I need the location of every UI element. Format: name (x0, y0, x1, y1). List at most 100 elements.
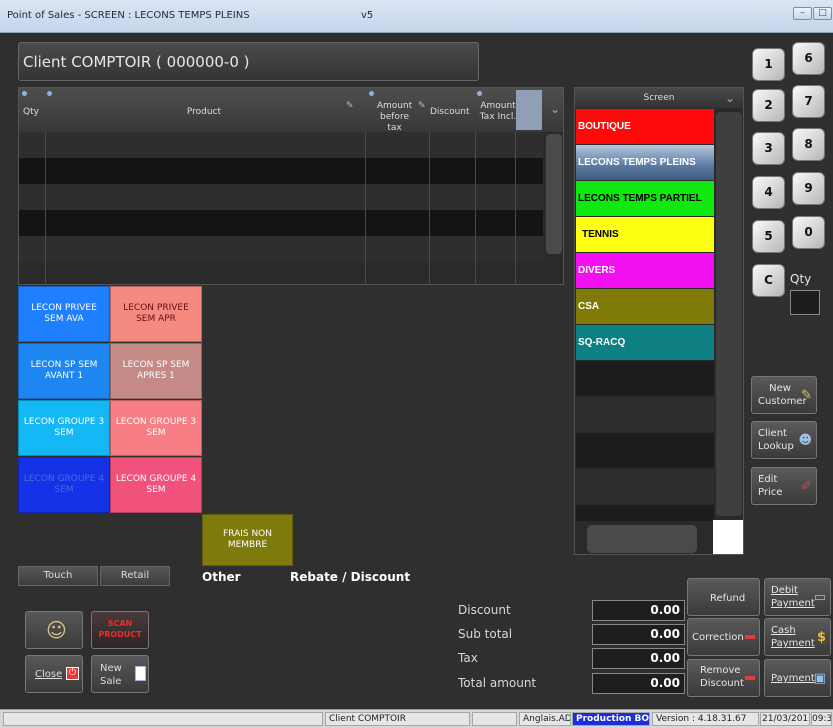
remove-discount-label: Remove Discount (700, 665, 744, 689)
discount-label: Discount (458, 603, 511, 617)
correction-label: Correction (692, 632, 744, 643)
total-amount-label: Total amount (458, 676, 537, 690)
col-qty-header[interactable]: Qty (23, 107, 39, 118)
status-version: Version : 4.18.31.67 (652, 712, 759, 726)
screen-category-empty[interactable] (576, 433, 714, 468)
col-amount-before-tax-header[interactable]: Amount before tax (372, 101, 417, 134)
remove-discount-button[interactable]: Remove Discount (687, 659, 760, 697)
product-button[interactable]: LECON PRIVEE SEM AVA (18, 286, 110, 342)
product-button[interactable]: LECON GROUPE 4 SEM (18, 457, 110, 513)
screen-category-empty[interactable] (576, 469, 714, 504)
table-row[interactable] (19, 262, 543, 284)
keypad-clear[interactable]: C (752, 264, 785, 297)
keypad-8[interactable]: 8 (792, 128, 825, 161)
product-label: LECON GROUPE 3 SEM (23, 417, 105, 438)
screen-category-tennis[interactable]: TENNIS (576, 217, 714, 252)
tab-retail[interactable]: Retail (100, 566, 170, 586)
screen-category-empty[interactable] (576, 361, 714, 396)
qty-input[interactable] (790, 290, 820, 315)
keypad-1[interactable]: 1 (752, 48, 785, 81)
payment-button[interactable]: Payment ▣ (764, 659, 831, 697)
tab-rebate-discount[interactable]: Rebate / Discount (290, 570, 410, 584)
scan-product-label: SCAN PRODUCT (98, 619, 142, 639)
new-sale-button[interactable]: New Sale (91, 655, 149, 693)
close-label: Close (35, 669, 63, 680)
customer-photo-button[interactable]: ☺ (25, 611, 83, 649)
product-label: LECON SP SEM AVANT 1 (30, 360, 98, 381)
client-field[interactable]: Client COMPTOIR ( 000000-0 ) (18, 42, 479, 81)
product-label: LECON GROUPE 3 SEM (115, 417, 197, 438)
keypad-4[interactable]: 4 (752, 176, 785, 209)
correction-button[interactable]: Correction (687, 618, 760, 656)
client-lookup-button[interactable]: Client Lookup ☻ (751, 421, 817, 459)
screen-category-sq-racq[interactable]: SQ-RACQ (576, 325, 714, 360)
grid-scroll-thumb[interactable] (546, 134, 562, 254)
product-button[interactable]: LECON SP SEM APRES 1 (110, 343, 202, 399)
double-chevron-down-icon[interactable]: ⌄ (550, 103, 560, 115)
tax-label: Tax (458, 651, 478, 665)
status-client: Client COMPTOIR (325, 712, 470, 726)
screen-scrollbar[interactable] (716, 112, 742, 516)
grid-header: Qty Product ✎ Amount before tax ✎ Discou… (19, 88, 563, 134)
close-button[interactable]: Close ⏻ (25, 655, 83, 693)
product-button[interactable]: LECON GROUPE 3 SEM (18, 400, 110, 456)
keypad-2[interactable]: 2 (752, 89, 785, 122)
keypad-5[interactable]: 5 (752, 220, 785, 253)
screen-category-csa[interactable]: CSA (576, 289, 714, 324)
screen-category-lecons-temps-pleins[interactable]: LECONS TEMPS PLEINS (576, 145, 714, 180)
col-discount-header[interactable]: Discount (430, 107, 470, 118)
keypad-7[interactable]: 7 (792, 85, 825, 118)
cash-payment-button[interactable]: Cash Payment $ (764, 618, 831, 656)
new-customer-button[interactable]: New Customer ✎ (751, 376, 817, 414)
edit-price-button[interactable]: Edit Price ✐ (751, 467, 817, 505)
column-chooser-button[interactable] (516, 90, 542, 130)
product-label: FRAIS NON MEMBRE (223, 529, 272, 550)
product-button[interactable]: LECON GROUPE 4 SEM (110, 457, 202, 513)
screen-category-lecons-temps-partiel[interactable]: LECONS TEMPS PARTIEL (576, 181, 714, 216)
product-button[interactable]: LECON GROUPE 3 SEM (110, 400, 202, 456)
screen-category-empty[interactable] (576, 397, 714, 432)
tax-value: 0.00 (592, 648, 685, 669)
screen-category-boutique[interactable]: BOUTIQUE (576, 109, 714, 144)
keypad-3[interactable]: 3 (752, 132, 785, 165)
double-chevron-down-icon[interactable]: ⌄ (725, 91, 735, 105)
edit-price-label: Edit Price (758, 474, 783, 498)
product-button[interactable]: LECON SP SEM AVANT 1 (18, 343, 110, 399)
keypad-9[interactable]: 9 (792, 172, 825, 205)
screen-category-empty[interactable] (576, 505, 714, 521)
scan-product-button[interactable]: SCAN PRODUCT (91, 611, 149, 649)
product-button[interactable]: LECON PRIVEE SEM APR (110, 286, 202, 342)
col-product-header[interactable]: Product (159, 107, 249, 118)
tab-other[interactable]: Other (202, 570, 241, 584)
table-row[interactable] (19, 236, 543, 262)
table-row[interactable] (19, 184, 543, 210)
debit-payment-button[interactable]: Debit Payment ▭ (764, 578, 831, 616)
col-amount-tax-incl-header[interactable]: Amount Tax Incl. (476, 101, 520, 123)
tab-touch[interactable]: Touch (18, 566, 98, 586)
category-label: CSA (578, 301, 600, 312)
status-site: Production BOU (572, 712, 650, 726)
maximize-button[interactable]: □ (813, 7, 832, 20)
table-row[interactable] (19, 210, 543, 236)
client-lookup-label: Client Lookup (758, 428, 794, 452)
screen-corner (713, 520, 743, 554)
product-button[interactable]: FRAIS NON MEMBRE (202, 514, 293, 566)
subtotal-value: 0.00 (592, 624, 685, 645)
screen-scroll-bottom[interactable] (587, 525, 697, 553)
table-row[interactable] (19, 132, 543, 158)
pencil-icon: ✎ (346, 101, 354, 111)
new-sale-label: New Sale (100, 663, 122, 687)
title-bar: Point of Sales - SCREEN : LECONS TEMPS P… (0, 0, 833, 33)
qty-label: Qty (790, 272, 812, 286)
window-title: Point of Sales - SCREEN : LECONS TEMPS P… (7, 10, 250, 21)
product-label: LECON GROUPE 4 SEM (23, 474, 105, 495)
person-icon: ☺ (46, 618, 67, 642)
refund-button[interactable]: Refund (687, 578, 760, 616)
table-row[interactable] (19, 158, 543, 184)
minimize-button[interactable]: – (793, 7, 812, 20)
screen-category-divers[interactable]: DIVERS (576, 253, 714, 288)
version-label: v5 (361, 10, 374, 21)
keypad-0[interactable]: 0 (792, 216, 825, 249)
keypad-6[interactable]: 6 (792, 42, 825, 75)
category-label: LECONS TEMPS PLEINS (578, 157, 696, 168)
